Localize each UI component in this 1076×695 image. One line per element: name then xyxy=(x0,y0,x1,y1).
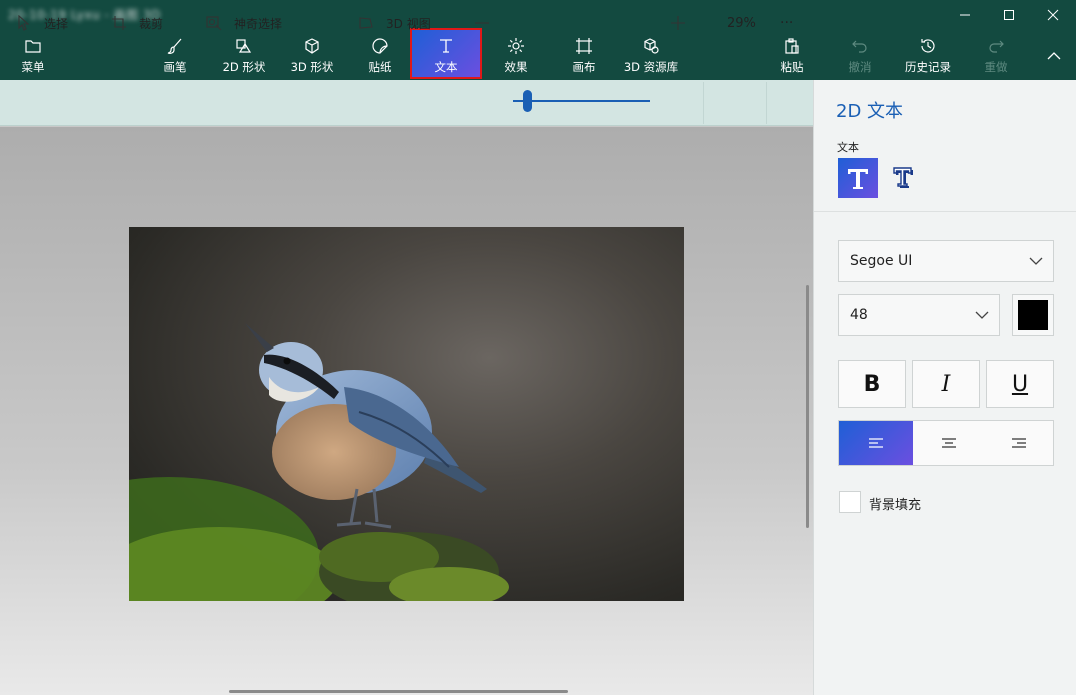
maximize-button[interactable] xyxy=(986,0,1032,30)
canvas-crop-icon xyxy=(576,38,592,54)
italic-button[interactable]: I xyxy=(912,360,980,408)
align-right-button[interactable] xyxy=(985,421,1053,465)
close-icon xyxy=(1047,9,1059,21)
text-section-label: 文本 xyxy=(837,141,859,154)
panel-divider xyxy=(814,211,1076,212)
align-left-icon xyxy=(869,438,883,448)
redo-button[interactable]: 重做 xyxy=(976,34,1016,78)
plus-icon xyxy=(671,16,685,30)
crop-icon xyxy=(112,16,126,30)
zoom-slider-track[interactable] xyxy=(513,100,650,102)
magic-select-button[interactable]: 神奇选择 xyxy=(206,0,282,46)
view-3d-icon xyxy=(359,17,373,29)
maximize-icon xyxy=(1004,10,1014,20)
text-3d-button[interactable] xyxy=(884,158,924,198)
sub-toolbar xyxy=(0,80,813,126)
align-center-icon xyxy=(942,438,956,448)
cube-icon xyxy=(305,38,319,54)
vertical-scrollbar[interactable] xyxy=(806,285,809,528)
color-fill xyxy=(1018,300,1048,330)
magic-select-icon xyxy=(206,16,222,31)
redo-icon xyxy=(989,40,1004,53)
text-t-icon xyxy=(440,39,452,53)
zoom-percent: 29% xyxy=(727,15,756,31)
align-left-button[interactable] xyxy=(839,421,913,465)
more-options-button[interactable]: ··· xyxy=(780,0,793,46)
horizontal-scrollbar[interactable] xyxy=(229,690,568,693)
chevron-down-icon xyxy=(975,311,989,319)
sun-icon xyxy=(508,38,524,54)
minimize-button[interactable] xyxy=(942,0,988,30)
undo-icon xyxy=(852,40,867,53)
toolbar-divider xyxy=(703,82,704,124)
effects-tool-button[interactable]: 效果 xyxy=(494,34,538,78)
undo-button[interactable]: 撤消 xyxy=(840,34,880,78)
panel-title: 2D 文本 xyxy=(836,101,904,122)
chevron-up-icon xyxy=(1047,52,1061,60)
history-button[interactable]: 历史记录 xyxy=(900,34,956,78)
zoom-in-button[interactable] xyxy=(670,0,686,46)
text-2d-button[interactable] xyxy=(838,158,878,198)
brush-icon xyxy=(167,38,182,54)
history-clock-icon xyxy=(921,39,935,53)
text-align-group xyxy=(838,420,1054,466)
minimize-icon xyxy=(960,14,970,16)
chevron-down-icon xyxy=(1029,257,1043,265)
text-3d-icon xyxy=(893,167,913,188)
canvas-image[interactable] xyxy=(129,227,684,601)
font-family-dropdown[interactable]: Segoe UI xyxy=(838,240,1054,282)
fill-background-checkbox[interactable] xyxy=(839,491,861,513)
fill-background-label: 背景填充 xyxy=(869,498,922,513)
canvas-tool-button[interactable]: 画布 xyxy=(562,34,606,78)
select-button[interactable]: 选择 xyxy=(16,0,68,46)
minus-icon xyxy=(475,22,489,24)
text-color-swatch[interactable] xyxy=(1012,294,1054,336)
view-3d-button[interactable]: 3D 视图 xyxy=(358,0,431,46)
zoom-slider-thumb[interactable] xyxy=(523,90,532,112)
close-button[interactable] xyxy=(1030,0,1076,30)
font-size-dropdown[interactable]: 48 xyxy=(838,294,1000,336)
underline-button[interactable]: U xyxy=(986,360,1054,408)
library-cube-icon xyxy=(644,38,659,54)
shapes-3d-tool-button[interactable]: 3D 形状 xyxy=(284,34,340,78)
zoom-out-button[interactable] xyxy=(474,0,490,46)
align-center-button[interactable] xyxy=(913,421,985,465)
crop-button[interactable]: 裁剪 xyxy=(111,0,163,46)
toolbar-divider xyxy=(766,82,767,124)
collapse-toolbar-button[interactable] xyxy=(1036,34,1072,78)
bird-photo xyxy=(129,323,509,601)
align-right-icon xyxy=(1012,438,1026,448)
bold-button[interactable]: B xyxy=(838,360,906,408)
cursor-icon xyxy=(18,15,30,31)
text-2d-icon xyxy=(848,169,868,189)
